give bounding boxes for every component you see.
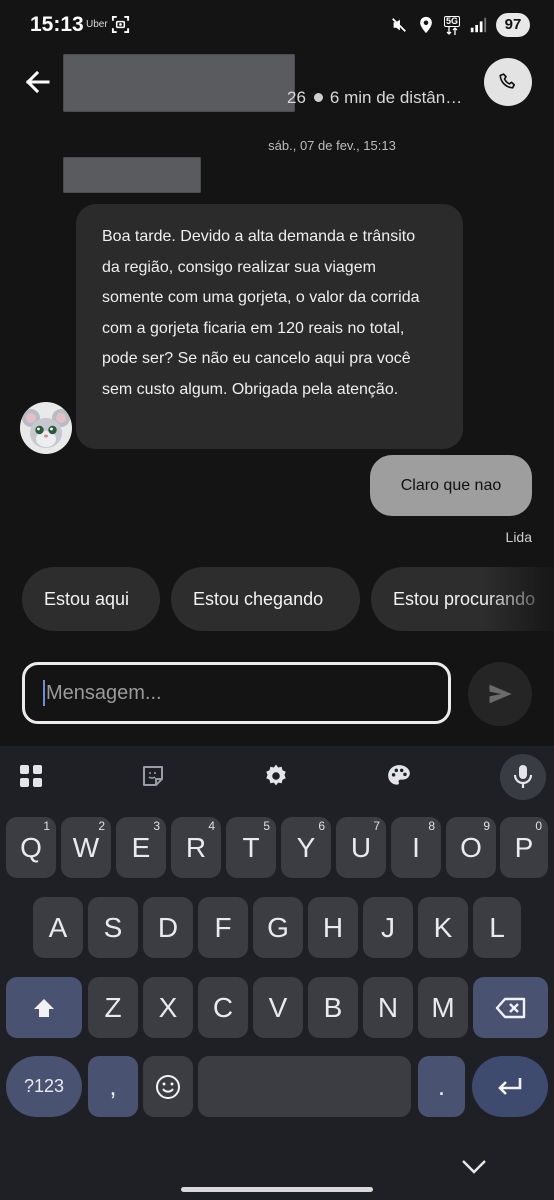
backspace-icon xyxy=(495,997,525,1018)
sticker-icon xyxy=(143,766,163,786)
chat-header: 26 6 min de distân… xyxy=(0,52,554,124)
key-u[interactable]: U7 xyxy=(336,817,386,878)
key-t[interactable]: T5 xyxy=(226,817,276,878)
send-icon xyxy=(489,684,512,704)
shift-icon xyxy=(34,998,54,1017)
status-app-label: Uber xyxy=(86,19,108,30)
key-d[interactable]: D xyxy=(143,897,193,958)
key-v[interactable]: V xyxy=(253,977,303,1038)
send-button[interactable] xyxy=(468,662,532,726)
comma-key[interactable]: , xyxy=(88,1056,138,1117)
mouse-avatar-icon xyxy=(20,402,72,454)
backspace-key[interactable] xyxy=(473,977,548,1038)
battery-indicator: 97 xyxy=(496,13,530,37)
message-input[interactable] xyxy=(46,681,426,705)
period-key[interactable]: . xyxy=(418,1056,465,1117)
quick-reply-estou-aqui[interactable]: Estou aqui xyxy=(22,567,160,631)
keyboard: Q1 W2 E3 R4 T5 Y6 U7 I8 O9 P0 A S D F G … xyxy=(0,746,554,1200)
key-p[interactable]: P0 xyxy=(500,817,548,878)
emoji-icon xyxy=(156,1074,180,1099)
incoming-message-bubble: Boa tarde. Devido a alta demanda e trâns… xyxy=(76,204,463,449)
key-s[interactable]: S xyxy=(88,897,138,958)
key-y[interactable]: Y6 xyxy=(281,817,331,878)
key-r[interactable]: R4 xyxy=(171,817,221,878)
voice-input-button[interactable] xyxy=(500,754,546,800)
trip-info: 26 6 min de distân… xyxy=(287,88,462,108)
enter-key[interactable] xyxy=(472,1056,548,1117)
shift-key[interactable] xyxy=(6,977,82,1038)
key-e[interactable]: E3 xyxy=(116,817,166,878)
key-x[interactable]: X xyxy=(143,977,193,1038)
key-z[interactable]: Z xyxy=(88,977,138,1038)
space-key[interactable] xyxy=(198,1056,411,1117)
scroll-fade xyxy=(484,567,554,631)
settings-gear-icon xyxy=(266,764,286,786)
key-k[interactable]: K xyxy=(418,897,468,958)
theme-button[interactable] xyxy=(377,760,421,792)
separator-dot xyxy=(313,93,323,103)
5g-data-icon: 5G xyxy=(443,15,460,35)
key-h[interactable]: H xyxy=(308,897,358,958)
apps-grid-icon xyxy=(20,765,42,787)
redacted-driver-name xyxy=(63,54,295,112)
key-j[interactable]: J xyxy=(363,897,413,958)
signal-icon xyxy=(470,17,487,33)
status-bar: 15:13 Uber 5G 97 xyxy=(0,0,554,52)
arrow-left-icon[interactable] xyxy=(22,66,54,98)
palette-icon xyxy=(388,765,410,785)
eta-text: 6 min de distân… xyxy=(329,88,463,107)
date-separator: sáb., 07 de fev., 15:13 xyxy=(268,138,396,153)
key-a[interactable]: A xyxy=(33,897,83,958)
screenshot-icon xyxy=(111,15,130,34)
key-l[interactable]: L xyxy=(473,897,521,958)
key-c[interactable]: C xyxy=(198,977,248,1038)
hide-keyboard-icon[interactable] xyxy=(460,1158,488,1176)
symbols-key[interactable]: ?123 xyxy=(6,1056,82,1117)
key-b[interactable]: B xyxy=(308,977,358,1038)
enter-icon xyxy=(498,1077,522,1095)
phone-icon xyxy=(499,73,516,89)
trip-number-fragment: 26 xyxy=(287,88,306,107)
driver-avatar xyxy=(20,402,72,454)
quick-reply-estou-chegando[interactable]: Estou chegando xyxy=(171,567,360,631)
text-cursor xyxy=(43,680,45,706)
gesture-nav-bar[interactable] xyxy=(181,1187,373,1192)
status-time: 15:13 xyxy=(30,13,84,36)
mic-icon xyxy=(513,765,533,788)
sticker-button[interactable] xyxy=(131,760,175,792)
settings-button[interactable] xyxy=(254,760,298,792)
apps-grid-button[interactable] xyxy=(9,760,53,792)
key-w[interactable]: W2 xyxy=(61,817,111,878)
key-f[interactable]: F xyxy=(198,897,248,958)
key-q[interactable]: Q1 xyxy=(6,817,56,878)
mute-vibrate-icon xyxy=(392,18,406,32)
call-button[interactable] xyxy=(484,58,532,106)
message-field[interactable] xyxy=(22,662,451,724)
key-o[interactable]: O9 xyxy=(446,817,496,878)
emoji-key[interactable] xyxy=(143,1056,193,1117)
key-g[interactable]: G xyxy=(253,897,303,958)
location-icon xyxy=(420,16,432,34)
read-receipt: Lida xyxy=(505,529,532,545)
redacted-sender-name xyxy=(63,157,201,193)
outgoing-message-bubble: Claro que nao xyxy=(370,455,532,516)
quick-replies: Estou aqui Estou chegando Estou procuran… xyxy=(0,567,554,631)
key-n[interactable]: N xyxy=(363,977,413,1038)
key-m[interactable]: M xyxy=(418,977,468,1038)
key-i[interactable]: I8 xyxy=(391,817,441,878)
